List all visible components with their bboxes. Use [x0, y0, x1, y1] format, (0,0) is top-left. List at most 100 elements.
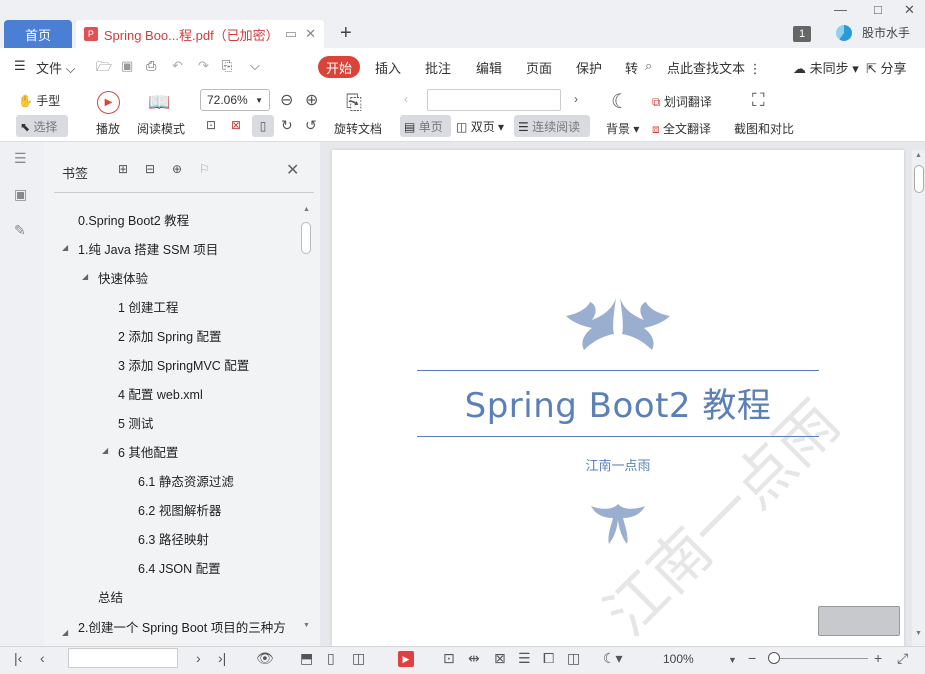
word-translate-button[interactable]: ⧉ 划词翻译	[652, 93, 712, 110]
bookmark-item[interactable]: 6.3 路径映射	[138, 529, 209, 548]
moon-icon[interactable]: ☾	[611, 89, 629, 114]
close-window-icon[interactable]: ✕	[904, 2, 915, 18]
bookmark-item[interactable]: 1.纯 Java 搭建 SSM 项目	[78, 239, 218, 258]
status-page-input[interactable]	[68, 648, 178, 668]
read-mode-button[interactable]: 阅读模式	[137, 120, 185, 137]
first-page-icon[interactable]: |‹	[14, 650, 22, 666]
hand-tool[interactable]: ✋ 手型	[18, 92, 60, 109]
next-page-icon[interactable]: ›	[574, 92, 578, 106]
rotate-left-icon[interactable]: ↻	[281, 117, 293, 134]
bookmark-scrollbar[interactable]	[300, 204, 312, 634]
maximize-icon[interactable]: □	[874, 2, 882, 17]
menu-icon[interactable]: ☰	[14, 58, 26, 74]
document-scroll-thumb[interactable]	[914, 165, 924, 193]
bookmark-item[interactable]: 6.4 JSON 配置	[138, 558, 221, 577]
menu-tab-insert[interactable]: 插入	[375, 58, 401, 77]
slideshow-icon[interactable]: ▶	[398, 651, 414, 667]
collapse-icon[interactable]: ◢	[82, 272, 88, 281]
bookmark-item[interactable]: 2.创建一个 Spring Boot 项目的三种方	[78, 617, 298, 639]
zoom-minus-icon[interactable]: −	[748, 650, 756, 666]
collapse-icon[interactable]: ◢	[62, 243, 68, 252]
thumbnail-icon[interactable]: ▣	[14, 186, 27, 203]
fit-width-icon[interactable]: ▯	[252, 115, 274, 137]
fullscreen-view-icon[interactable]: ⧠	[543, 650, 554, 667]
rotate-doc-button[interactable]: 旋转文档	[334, 120, 382, 137]
menu-tab-convert[interactable]: 转	[625, 58, 638, 77]
single-page-button[interactable]: ▤ 单页	[400, 115, 451, 137]
prev-page-icon[interactable]: ‹	[404, 92, 408, 106]
restore-tab-icon[interactable]: ▭	[285, 26, 297, 42]
collapse-icon[interactable]: ◢	[102, 446, 108, 455]
expand-all-icon[interactable]: ⊞	[118, 162, 128, 176]
open-icon[interactable]: 🗁	[96, 58, 112, 80]
book-view-icon[interactable]: ◫	[567, 650, 580, 667]
collapse-all-icon[interactable]: ⊟	[145, 162, 155, 176]
screenshot-button[interactable]: 截图和对比	[734, 120, 794, 137]
doc-scroll-up-icon[interactable]: ▲	[915, 152, 922, 159]
select-tool[interactable]: ⬉ 选择	[16, 115, 68, 137]
bookmark-item[interactable]: 快速体验	[98, 268, 148, 287]
doc-scroll-down-icon[interactable]: ▼	[915, 630, 922, 637]
full-translate-button[interactable]: ⧈ 全文翻译	[652, 120, 711, 137]
zoom-dropdown-icon[interactable]: ▼	[255, 96, 263, 105]
fullscreen-icon[interactable]: ⤢	[897, 650, 908, 667]
fit-width-status-icon[interactable]: ⇹	[468, 650, 480, 667]
next-page-status-icon[interactable]: ›	[196, 650, 201, 666]
share-button[interactable]: ⇱ 分享	[866, 58, 907, 77]
play-icon[interactable]: ▶	[97, 91, 120, 114]
tab-home[interactable]: 首页	[4, 20, 72, 48]
menu-tab-edit[interactable]: 编辑	[476, 58, 502, 77]
scroll-up-icon[interactable]: ▲	[303, 206, 310, 213]
minimize-icon[interactable]: —	[834, 2, 847, 17]
bookmark-item[interactable]: 3 添加 SpringMVC 配置	[118, 355, 249, 374]
zoom-slider-knob[interactable]	[768, 652, 780, 664]
bookmark-item[interactable]: 1 创建工程	[118, 297, 178, 316]
add-bookmark-icon[interactable]: ⊕	[172, 162, 182, 176]
actual-size-status-icon[interactable]: ⊡	[443, 650, 455, 667]
save-icon[interactable]: ▣	[121, 58, 133, 74]
bookmark-item[interactable]: 6.1 静态资源过滤	[138, 471, 234, 490]
zoom-out-icon[interactable]: ⊖	[280, 90, 293, 110]
outline-icon[interactable]: ☰	[14, 150, 27, 167]
redo-icon[interactable]: ↷	[198, 58, 209, 74]
prev-page-status-icon[interactable]: ‹	[40, 650, 45, 666]
document-scrollbar[interactable]	[912, 150, 925, 646]
bookmark-item[interactable]: 2 添加 Spring 配置	[118, 326, 222, 345]
fit-page-icon[interactable]: ⊠	[231, 118, 241, 132]
last-page-icon[interactable]: ›|	[218, 650, 226, 666]
menu-tab-page[interactable]: 页面	[526, 58, 552, 77]
tab-document[interactable]: P Spring Boo...程.pdf（已加密） ▭ ✕	[76, 20, 324, 48]
list-view-icon[interactable]: ☰	[518, 650, 531, 667]
file-menu[interactable]: 文件 ⌵	[36, 58, 75, 77]
bookmark-item[interactable]: 6 其他配置	[118, 442, 178, 461]
bookmark-item[interactable]: 6.2 视图解析器	[138, 500, 221, 519]
double-page-button[interactable]: ◫ 双页 ▾	[456, 118, 504, 135]
zoom-level[interactable]: 100%	[663, 652, 694, 666]
sync-status[interactable]: ☁ 未同步 ▾	[793, 58, 859, 77]
double-view-icon[interactable]: ◫	[352, 650, 365, 667]
split-view-icon[interactable]: ⬒	[300, 650, 313, 667]
user-account[interactable]: 股市水手	[836, 24, 910, 41]
actual-size-icon[interactable]: ⊡	[206, 118, 216, 132]
close-panel-icon[interactable]: ✕	[286, 160, 299, 180]
zoom-dropdown-status-icon[interactable]: ▼	[728, 655, 737, 665]
menu-tab-annotate[interactable]: 批注	[425, 58, 451, 77]
continuous-button[interactable]: ☰ 连续阅读	[514, 115, 590, 137]
zoom-plus-icon[interactable]: +	[874, 650, 882, 666]
close-tab-icon[interactable]: ✕	[305, 26, 316, 42]
new-tab-icon[interactable]: +	[340, 22, 352, 45]
floating-button[interactable]	[818, 606, 900, 636]
scroll-down-icon[interactable]: ▼	[303, 622, 310, 629]
search-icon[interactable]: ⌕	[645, 58, 652, 74]
more-icon[interactable]: ⌵	[250, 58, 260, 74]
zoom-in-icon[interactable]: ⊕	[305, 90, 318, 110]
background-button[interactable]: 背景 ▾	[606, 120, 639, 137]
menu-tab-start[interactable]: 开始	[318, 56, 360, 78]
bookmark-scroll-thumb[interactable]	[301, 222, 311, 254]
rotate-doc-icon[interactable]: ⎘	[346, 92, 362, 115]
night-mode-icon[interactable]: ☾▾	[603, 650, 623, 667]
bookmark-item[interactable]: 0.Spring Boot2 教程	[78, 210, 189, 229]
bookmark-flag-icon[interactable]: ⚐	[199, 162, 210, 176]
zoom-slider[interactable]	[770, 658, 868, 659]
export-icon[interactable]: ⎘	[222, 58, 232, 74]
